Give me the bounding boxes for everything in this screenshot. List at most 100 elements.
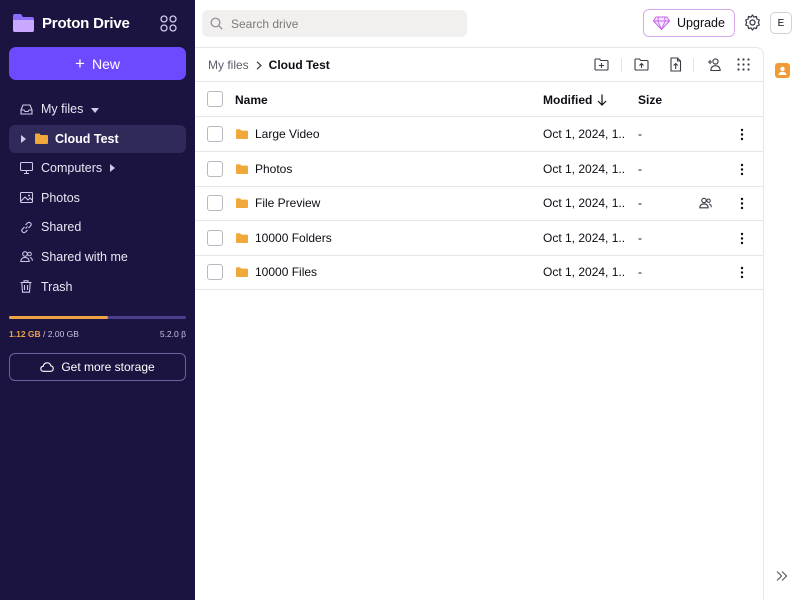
file-size: - — [638, 127, 642, 141]
apps-grid-icon[interactable] — [160, 15, 177, 32]
proton-drive-logo-icon — [13, 14, 34, 32]
column-header-name[interactable]: Name — [235, 93, 268, 107]
upload-folder-icon[interactable] — [634, 57, 649, 72]
get-more-storage-button[interactable]: Get more storage — [9, 353, 186, 381]
table-header: Name Modified Size — [195, 82, 763, 117]
column-header-modified[interactable]: Modified — [543, 93, 607, 107]
row-checkbox[interactable] — [207, 230, 223, 246]
sidebar-item-photos[interactable]: Photos — [9, 184, 186, 212]
sidebar-item-label: Shared — [41, 220, 82, 235]
new-button[interactable]: + New — [9, 47, 186, 80]
table-row[interactable]: 10000 Files Oct 1, 2024, 1... - — [195, 255, 763, 290]
toolbar-separator — [693, 58, 694, 72]
table-row[interactable]: 10000 Folders Oct 1, 2024, 1... - — [195, 221, 763, 256]
file-modified: Oct 1, 2024, 1... — [543, 196, 625, 210]
main-panel: My files Cloud Test Name Modified Size L… — [195, 47, 764, 600]
column-header-modified-label: Modified — [543, 93, 593, 107]
table-row[interactable]: File Preview Oct 1, 2024, 1... - — [195, 186, 763, 221]
file-modified: Oct 1, 2024, 1... — [543, 162, 625, 176]
more-options-icon[interactable] — [740, 266, 744, 279]
search-bar[interactable] — [202, 10, 467, 37]
upgrade-label: Upgrade — [677, 16, 725, 30]
file-modified: Oct 1, 2024, 1... — [543, 231, 625, 245]
file-size: - — [638, 196, 642, 210]
sidebar-item-shared[interactable]: Shared — [9, 213, 186, 241]
breadcrumb-my-files[interactable]: My files — [208, 58, 249, 72]
file-modified: Oct 1, 2024, 1... — [543, 127, 625, 141]
file-name[interactable]: File Preview — [255, 196, 320, 210]
settings-gear-icon[interactable] — [744, 14, 761, 31]
sidebar-item-shared-with-me[interactable]: Shared with me — [9, 243, 186, 271]
sort-descending-arrow-icon — [597, 94, 607, 106]
app-logo[interactable]: Proton Drive — [12, 13, 130, 33]
caret-down-icon[interactable] — [91, 102, 100, 116]
cloud-icon — [40, 362, 55, 372]
select-all-checkbox[interactable] — [207, 91, 223, 107]
plus-icon: + — [75, 54, 85, 73]
file-name[interactable]: 10000 Files — [255, 265, 317, 279]
breadcrumb: My files Cloud Test — [208, 58, 330, 72]
get-more-storage-label: Get more storage — [61, 360, 155, 374]
storage-separator: / — [40, 329, 48, 339]
users-icon — [19, 250, 33, 264]
shared-users-icon[interactable] — [699, 197, 712, 209]
storage-usage-text: 1.12 GB / 2.00 GB — [9, 329, 79, 339]
inbox-icon — [19, 102, 33, 116]
upgrade-button[interactable]: Upgrade — [643, 9, 735, 37]
sidebar-item-label: My files — [41, 102, 84, 116]
sidebar-item-my-files[interactable]: My files — [9, 95, 186, 123]
sidebar-item-label: Shared with me — [41, 249, 128, 264]
column-header-size[interactable]: Size — [638, 93, 662, 107]
storage-total: 2.00 GB — [47, 329, 79, 339]
sidebar-item-label: Cloud Test — [55, 131, 119, 146]
sidebar-nav: My files Cloud Test Computers Photos Sha… — [9, 95, 186, 302]
right-app-rail — [765, 47, 800, 600]
more-options-icon[interactable] — [740, 197, 744, 210]
folder-icon — [236, 267, 248, 277]
file-size: - — [638, 265, 642, 279]
folder-icon — [35, 133, 48, 145]
file-name[interactable]: Photos — [255, 162, 292, 176]
folder-icon — [236, 164, 248, 174]
row-checkbox[interactable] — [207, 264, 223, 280]
upload-file-icon[interactable] — [668, 57, 683, 72]
caret-right-icon[interactable] — [110, 161, 116, 175]
more-options-icon[interactable] — [740, 163, 744, 176]
caret-right-icon[interactable] — [21, 132, 27, 146]
row-checkbox[interactable] — [207, 195, 223, 211]
search-input[interactable] — [231, 16, 451, 31]
grid-view-icon[interactable] — [736, 57, 751, 72]
table-row[interactable]: Large Video Oct 1, 2024, 1... - — [195, 117, 763, 152]
file-name[interactable]: 10000 Folders — [255, 231, 332, 245]
share-user-icon[interactable] — [707, 57, 722, 72]
sidebar: Proton Drive + New My files Cloud Test C… — [0, 0, 195, 600]
table-row[interactable]: Photos Oct 1, 2024, 1... - — [195, 152, 763, 187]
sidebar-item-label: Photos — [41, 190, 80, 205]
contacts-app-icon[interactable] — [775, 63, 790, 78]
file-name[interactable]: Large Video — [255, 127, 320, 141]
more-options-icon[interactable] — [740, 128, 744, 141]
app-name: Proton Drive — [42, 14, 130, 32]
image-icon — [19, 191, 33, 205]
storage-used: 1.12 GB — [9, 329, 41, 339]
new-folder-icon[interactable] — [594, 57, 609, 72]
sidebar-item-label: Trash — [41, 279, 73, 294]
row-checkbox[interactable] — [207, 161, 223, 177]
folder-icon — [236, 198, 248, 208]
user-avatar[interactable]: E — [770, 12, 792, 34]
sidebar-item-cloud-test[interactable]: Cloud Test — [9, 124, 186, 153]
monitor-icon — [19, 161, 33, 175]
breadcrumb-current[interactable]: Cloud Test — [269, 58, 330, 72]
folder-icon — [236, 233, 248, 243]
toolbar: My files Cloud Test — [195, 48, 763, 82]
sidebar-item-computers[interactable]: Computers — [9, 154, 186, 182]
row-checkbox[interactable] — [207, 126, 223, 142]
new-button-label: New — [91, 55, 120, 72]
file-modified: Oct 1, 2024, 1... — [543, 265, 625, 279]
sidebar-item-trash[interactable]: Trash — [9, 273, 186, 301]
more-options-icon[interactable] — [740, 232, 744, 245]
storage-progress-bar — [9, 316, 186, 319]
file-size: - — [638, 162, 642, 176]
diamond-icon — [653, 16, 671, 30]
chevrons-right-icon[interactable] — [775, 570, 789, 582]
